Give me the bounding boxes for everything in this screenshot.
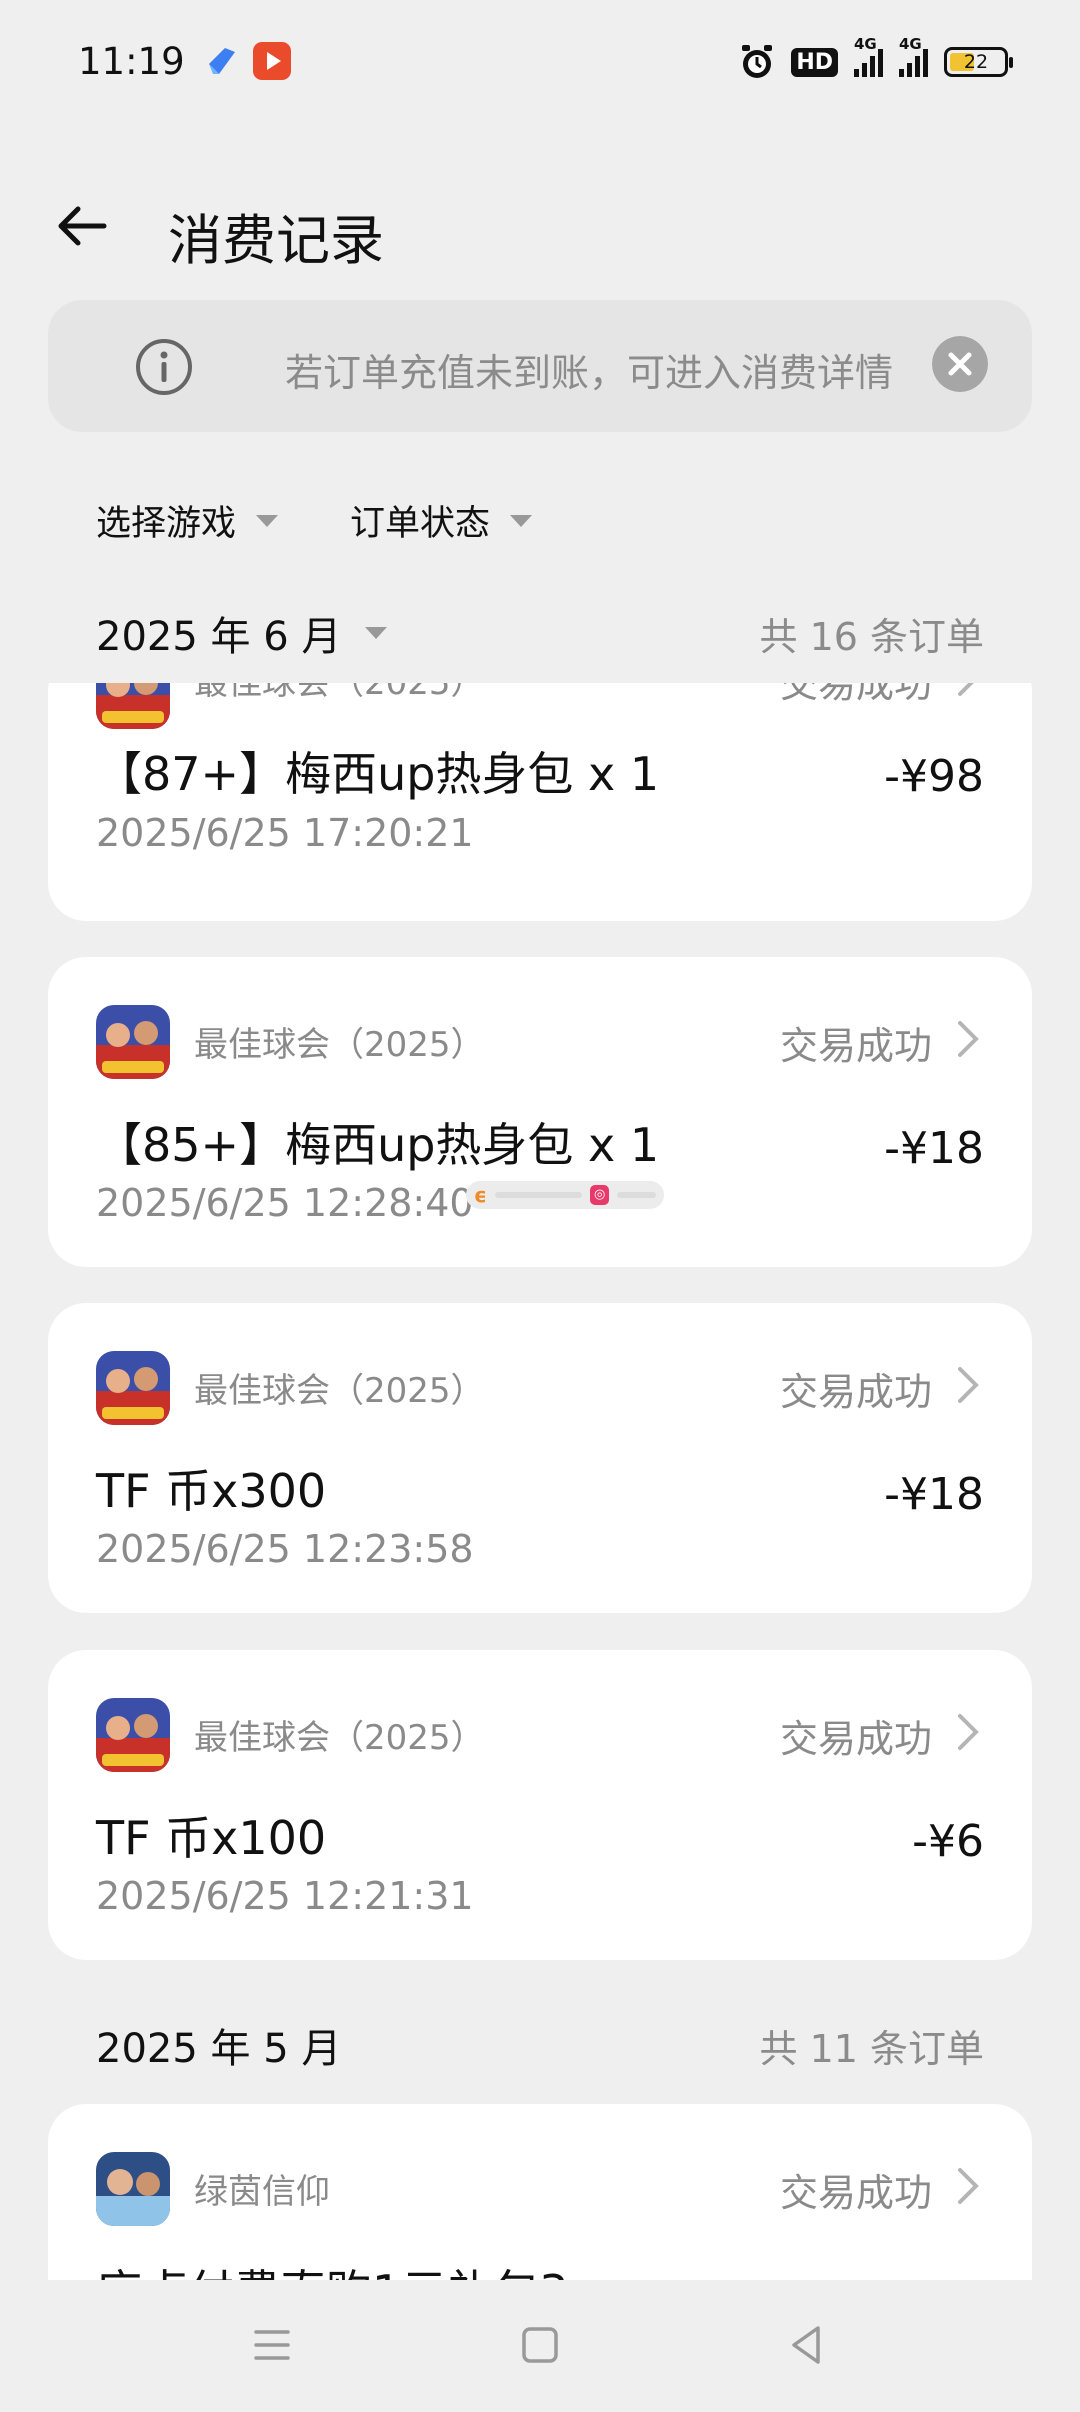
order-card[interactable]: 绿茵信仰 交易成功 序贞付费直购1元礼包3 <box>48 2104 1032 2283</box>
order-status: 交易成功 <box>779 1024 932 1068</box>
chevron-right-icon <box>958 683 974 696</box>
back-triangle-icon[interactable] <box>766 2310 846 2380</box>
order-status: 交易成功 <box>779 1717 932 1761</box>
order-item: TF 币x300 <box>96 1464 327 1518</box>
signal-type: 4G <box>854 35 877 53</box>
game-icon <box>96 683 170 729</box>
signal-icon: 4G <box>854 35 883 77</box>
dropdown-triangle-icon <box>510 514 533 527</box>
status-time: 11:19 <box>78 40 185 83</box>
game-icon <box>96 2152 170 2226</box>
status-filter[interactable]: 订单状态 <box>350 495 533 546</box>
order-price: -¥18 <box>884 1469 984 1520</box>
order-status: 交易成功 <box>779 2171 932 2215</box>
order-price: -¥18 <box>884 1123 984 1174</box>
order-price: -¥98 <box>884 751 984 802</box>
alarm-icon <box>742 45 773 78</box>
game-name: 最佳球会（2025） <box>194 1025 485 1065</box>
order-item: TF 币x100 <box>96 1811 327 1865</box>
order-count: 共 11 条订单 <box>759 2027 984 2071</box>
signal-icon: 4G <box>899 35 928 77</box>
status-indicators: HD 4G 4G 22 <box>739 35 1013 84</box>
dropdown-triangle-icon <box>365 627 388 639</box>
home-square-icon[interactable] <box>500 2310 580 2380</box>
month-label-may: 2025 年 5 月 <box>96 2016 341 2074</box>
notice-text: 若订单充值未到账，可进入消费详情 <box>285 342 955 397</box>
game-name: 最佳球会（2025） <box>194 1371 485 1411</box>
order-time: 2025/6/25 12:23:58 <box>96 1527 474 1571</box>
game-name: 最佳球会（2025） <box>194 683 485 703</box>
order-count: 共 16 条订单 <box>759 615 984 659</box>
source-tags: ϵ ◎ <box>466 1181 664 1209</box>
app-notification-icon <box>209 48 235 74</box>
order-card[interactable]: 最佳球会（2025） 交易成功 TF 币x100 -¥6 2025/6/25 1… <box>48 1650 1032 1960</box>
menu-icon[interactable] <box>232 2310 312 2380</box>
chevron-right-icon <box>958 1714 979 1750</box>
month-selector[interactable]: 2025 年 6 月 <box>96 604 388 662</box>
order-time: 2025/6/25 17:20:21 <box>96 811 474 855</box>
back-arrow-icon[interactable] <box>52 196 112 256</box>
order-price: -¥6 <box>912 1816 984 1867</box>
signal-type: 4G <box>899 35 922 53</box>
chevron-right-icon <box>958 1367 979 1403</box>
order-status: 交易成功 <box>779 683 932 706</box>
navigation-bar <box>0 2280 1080 2412</box>
order-list[interactable]: 最佳球会（2025） 交易成功 【87+】梅西up热身包 x 1 -¥98 20… <box>0 683 1080 2283</box>
order-item: 【87+】梅西up热身包 x 1 <box>96 747 660 801</box>
dropdown-triangle-icon <box>256 514 279 527</box>
game-name: 绿茵信仰 <box>194 2172 330 2212</box>
close-icon[interactable] <box>932 336 988 392</box>
hd-badge: HD <box>791 47 838 77</box>
game-filter[interactable]: 选择游戏 <box>96 495 279 546</box>
notice-banner: 若订单充值未到账，可进入消费详情 <box>48 300 1032 432</box>
game-icon <box>96 1698 170 1772</box>
video-app-icon <box>253 42 291 80</box>
order-time: 2025/6/25 12:28:40 <box>96 1181 474 1225</box>
game-filter-label: 选择游戏 <box>96 504 237 544</box>
order-card[interactable]: 最佳球会（2025） 交易成功 【85+】梅西up热身包 x 1 -¥18 20… <box>48 957 1032 1267</box>
chevron-right-icon <box>958 2168 979 2204</box>
order-item: 【85+】梅西up热身包 x 1 <box>96 1118 660 1172</box>
order-time: 2025/6/25 12:21:31 <box>96 1874 474 1918</box>
page-title: 消费记录 <box>168 209 384 272</box>
game-name: 最佳球会（2025） <box>194 1718 485 1758</box>
game-icon <box>96 1351 170 1425</box>
battery-icon: 22 <box>944 47 1013 77</box>
info-icon <box>136 339 192 395</box>
order-card[interactable]: 最佳球会（2025） 交易成功 【87+】梅西up热身包 x 1 -¥98 20… <box>48 683 1032 921</box>
chevron-right-icon <box>958 1021 979 1057</box>
source-logo-icon: ϵ <box>474 1183 487 1207</box>
game-icon <box>96 1005 170 1079</box>
month-label: 2025 年 6 月 <box>96 614 342 660</box>
status-filter-label: 订单状态 <box>350 504 491 544</box>
order-status: 交易成功 <box>779 1370 932 1414</box>
status-bar: 11:19 HD 4G 4G 22 <box>0 0 1080 124</box>
order-item: 序贞付费直购1元礼包3 <box>96 2256 569 2283</box>
order-card[interactable]: 最佳球会（2025） 交易成功 TF 币x300 -¥18 2025/6/25 … <box>48 1303 1032 1613</box>
month-label: 2025 年 5 月 <box>96 2026 342 2072</box>
battery-level: 22 <box>963 51 989 73</box>
source-badge-icon: ◎ <box>589 1185 610 1205</box>
